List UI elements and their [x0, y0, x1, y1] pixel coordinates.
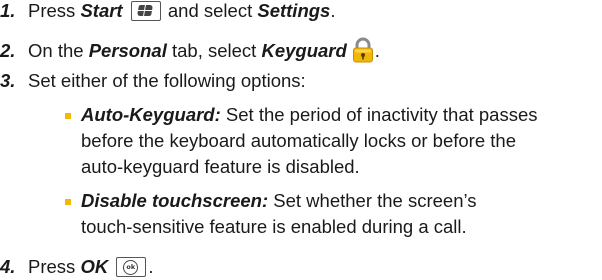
keyguard-term: Keyguard	[261, 40, 347, 61]
step-2: 2. On the Personal tab, select Keyguard .	[0, 37, 380, 63]
option-text-line: touch-sensitive feature is enabled durin…	[81, 216, 467, 237]
step-text: .	[148, 256, 154, 277]
settings-term: Settings	[257, 0, 331, 21]
step-text: Press	[28, 256, 81, 277]
step-text: and select	[162, 0, 258, 21]
bullet-marker	[65, 199, 71, 205]
option-text-line: auto-keyguard feature is disabled.	[81, 156, 360, 177]
start-term: Start	[80, 0, 123, 21]
step-text: .	[330, 0, 336, 21]
step-text: .	[374, 40, 380, 61]
option-term: Auto-Keyguard:	[81, 104, 221, 125]
ok-key-glyph: ok	[123, 259, 139, 275]
windows-start-key-icon	[130, 1, 161, 21]
option-term: Disable touchscreen:	[81, 190, 269, 211]
lock-icon	[352, 37, 373, 63]
option-auto-keyguard: Auto-Keyguard: Set the period of inactiv…	[81, 104, 538, 126]
step-text: tab, select	[166, 40, 262, 61]
step-text: Set either of the following options:	[28, 70, 306, 91]
step-number: 2.	[0, 40, 16, 61]
personal-term: Personal	[88, 40, 167, 61]
step-number: 4.	[0, 256, 16, 277]
step-4: 4. Press OK ok.	[0, 256, 153, 278]
step-number: 3.	[0, 70, 16, 91]
option-text: Set the period of inactivity that passes	[220, 104, 538, 125]
option-disable-touchscreen: Disable touchscreen: Set whether the scr…	[81, 190, 477, 212]
step-3: 3. Set either of the following options:	[0, 70, 306, 92]
step-1: 1. Press Start and select Settings.	[0, 0, 335, 22]
ok-term: OK	[80, 256, 109, 277]
ok-key-icon: ok	[116, 257, 147, 277]
option-text: Set whether the screen’s	[268, 190, 477, 211]
step-number: 1.	[0, 0, 16, 21]
step-text: On the	[28, 40, 89, 61]
instruction-list: 1. Press Start and select Settings. 2. On …	[0, 0, 602, 280]
bullet-marker	[65, 113, 71, 119]
option-text-line: before the keyboard automatically locks …	[81, 130, 516, 151]
step-text: Press	[28, 0, 81, 21]
